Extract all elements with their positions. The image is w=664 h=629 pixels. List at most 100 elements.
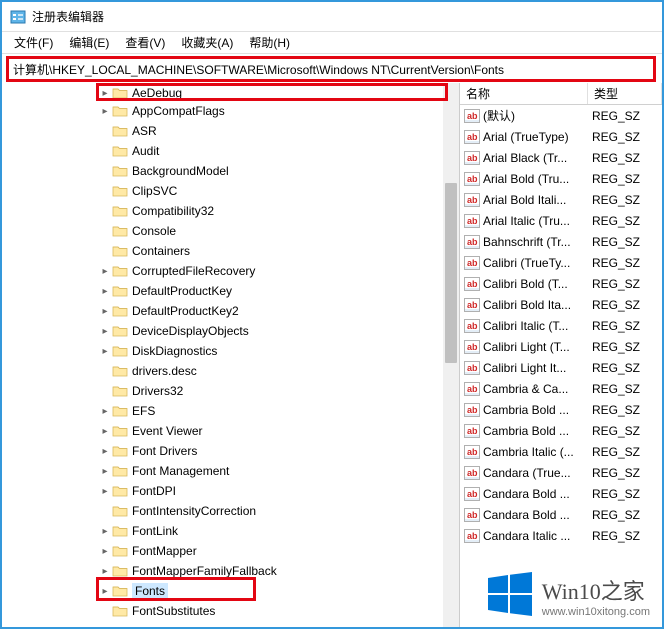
tree-item-label: Drivers32 — [132, 384, 183, 398]
list-row[interactable]: abArial Bold Itali...REG_SZ — [460, 189, 662, 210]
list-row[interactable]: abCalibri (TrueTy...REG_SZ — [460, 252, 662, 273]
chevron-right-icon[interactable]: ▸ — [98, 286, 112, 297]
list-row[interactable]: abCalibri Light (T...REG_SZ — [460, 336, 662, 357]
list-row[interactable]: abCambria Bold ...REG_SZ — [460, 420, 662, 441]
list-row[interactable]: abCandara Bold ...REG_SZ — [460, 483, 662, 504]
tree-item[interactable]: ▸Event Viewer — [2, 421, 459, 441]
value-type-cell: REG_SZ — [588, 298, 662, 312]
list-row[interactable]: abCandara Bold ...REG_SZ — [460, 504, 662, 525]
chevron-right-icon[interactable]: ▸ — [98, 306, 112, 317]
list-row[interactable]: abBahnschrift (Tr...REG_SZ — [460, 231, 662, 252]
scrollbar-thumb[interactable] — [445, 183, 457, 363]
chevron-right-icon[interactable]: ▸ — [98, 466, 112, 477]
folder-icon — [112, 304, 128, 318]
menu-file[interactable]: 文件(F) — [6, 32, 61, 53]
address-path: 计算机\HKEY_LOCAL_MACHINE\SOFTWARE\Microsof… — [13, 61, 504, 78]
watermark-url: www.win10xitong.com — [542, 606, 650, 618]
chevron-right-icon[interactable]: ▸ — [98, 106, 112, 117]
tree-item[interactable]: ▸ Fonts — [2, 581, 459, 601]
tree-item[interactable]: ▸DeviceDisplayObjects — [2, 321, 459, 341]
header-type[interactable]: 类型 — [588, 83, 662, 104]
list-panel: 名称 类型 ab(默认)REG_SZabArial (TrueType)REG_… — [460, 83, 662, 627]
tree-item[interactable]: Containers — [2, 241, 459, 261]
tree-item[interactable]: FontIntensityCorrection — [2, 501, 459, 521]
list-row[interactable]: abCalibri Light It...REG_SZ — [460, 357, 662, 378]
chevron-right-icon[interactable]: ▸ — [98, 546, 112, 557]
chevron-right-icon[interactable]: ▸ — [98, 566, 112, 577]
tree-item[interactable]: ▸FontDPI — [2, 481, 459, 501]
folder-icon — [112, 384, 128, 398]
list-row[interactable]: abCalibri Bold (T...REG_SZ — [460, 273, 662, 294]
list-row[interactable]: ab(默认)REG_SZ — [460, 105, 662, 126]
value-name: Candara Bold ... — [483, 508, 570, 522]
list-row[interactable]: abCalibri Bold Ita...REG_SZ — [460, 294, 662, 315]
list-row[interactable]: abCambria Italic (...REG_SZ — [460, 441, 662, 462]
svg-text:ab: ab — [467, 321, 478, 331]
watermark-text: Win10之家 www.win10xitong.com — [542, 574, 650, 618]
tree-item[interactable]: ClipSVC — [2, 181, 459, 201]
tree-item[interactable]: ▸CorruptedFileRecovery — [2, 261, 459, 281]
tree-item[interactable]: ▸Font Management — [2, 461, 459, 481]
chevron-right-icon[interactable]: ▸ — [98, 526, 112, 537]
list-row[interactable]: abCalibri Italic (T...REG_SZ — [460, 315, 662, 336]
string-value-icon: ab — [464, 235, 480, 249]
tree-item[interactable]: FontSubstitutes — [2, 601, 459, 621]
list-row[interactable]: abCambria & Ca...REG_SZ — [460, 378, 662, 399]
chevron-right-icon[interactable]: ▸ — [98, 426, 112, 437]
list-row[interactable]: abArial Italic (Tru...REG_SZ — [460, 210, 662, 231]
tree-item[interactable]: ▸FontLink — [2, 521, 459, 541]
chevron-right-icon[interactable]: ▸ — [98, 486, 112, 497]
tree-item[interactable]: Compatibility32 — [2, 201, 459, 221]
list-row[interactable]: abArial (TrueType)REG_SZ — [460, 126, 662, 147]
folder-icon — [112, 124, 128, 138]
chevron-right-icon[interactable]: ▸ — [98, 346, 112, 357]
tree-item-label: AeDebug — [132, 86, 182, 100]
list-row[interactable]: abArial Bold (Tru...REG_SZ — [460, 168, 662, 189]
value-type-cell: REG_SZ — [588, 130, 662, 144]
tree-item-label: drivers.desc — [132, 364, 197, 378]
value-name-cell: abCalibri (TrueTy... — [460, 256, 588, 270]
tree-item[interactable]: Audit — [2, 141, 459, 161]
tree-item[interactable]: Drivers32 — [2, 381, 459, 401]
tree-item[interactable]: ▸DefaultProductKey2 — [2, 301, 459, 321]
chevron-right-icon[interactable]: ▸ — [98, 586, 112, 597]
list-row[interactable]: abCandara Italic ...REG_SZ — [460, 525, 662, 546]
menu-help[interactable]: 帮助(H) — [241, 32, 298, 53]
list-body[interactable]: ab(默认)REG_SZabArial (TrueType)REG_SZabAr… — [460, 105, 662, 627]
folder-icon — [112, 544, 128, 558]
tree-item-label: Fonts — [132, 583, 168, 599]
value-name: Cambria Italic (... — [483, 445, 574, 459]
tree-item[interactable]: ▸Font Drivers — [2, 441, 459, 461]
value-name-cell: abArial (TrueType) — [460, 130, 588, 144]
tree-item-clipped[interactable]: ▸ AeDebug — [2, 85, 459, 101]
chevron-right-icon[interactable]: ▸ — [98, 326, 112, 337]
folder-icon — [112, 86, 128, 100]
tree-item[interactable]: ▸AppCompatFlags — [2, 101, 459, 121]
tree-item[interactable]: ▸ DefaultProductKey — [2, 281, 459, 301]
tree-item[interactable]: ▸FontMapperFamilyFallback — [2, 561, 459, 581]
tree-item[interactable]: ▸EFS — [2, 401, 459, 421]
menu-view[interactable]: 查看(V) — [117, 32, 173, 53]
tree-item[interactable]: ▸FontMapper — [2, 541, 459, 561]
tree-item[interactable]: Console — [2, 221, 459, 241]
tree-item[interactable]: ASR — [2, 121, 459, 141]
tree-item-label: DefaultProductKey — [132, 284, 232, 298]
chevron-right-icon[interactable]: ▸ — [98, 266, 112, 277]
chevron-right-icon[interactable]: ▸ — [98, 406, 112, 417]
menu-edit[interactable]: 编辑(E) — [61, 32, 117, 53]
tree-item[interactable]: BackgroundModel — [2, 161, 459, 181]
tree-scrollbar[interactable] — [443, 83, 459, 627]
svg-text:ab: ab — [467, 426, 478, 436]
list-row[interactable]: abCambria Bold ...REG_SZ — [460, 399, 662, 420]
header-name[interactable]: 名称 — [460, 83, 588, 104]
tree-panel[interactable]: ▸ AeDebug▸AppCompatFlagsASRAuditBackgroun… — [2, 83, 460, 627]
chevron-right-icon[interactable]: ▸ — [98, 88, 112, 99]
tree-item[interactable]: drivers.desc — [2, 361, 459, 381]
value-type-cell: REG_SZ — [588, 109, 662, 123]
list-row[interactable]: abCandara (True...REG_SZ — [460, 462, 662, 483]
chevron-right-icon[interactable]: ▸ — [98, 446, 112, 457]
tree-item[interactable]: ▸DiskDiagnostics — [2, 341, 459, 361]
menu-favorites[interactable]: 收藏夹(A) — [173, 32, 241, 53]
list-row[interactable]: abArial Black (Tr...REG_SZ — [460, 147, 662, 168]
addressbar[interactable]: 计算机\HKEY_LOCAL_MACHINE\SOFTWARE\Microsof… — [9, 59, 653, 79]
